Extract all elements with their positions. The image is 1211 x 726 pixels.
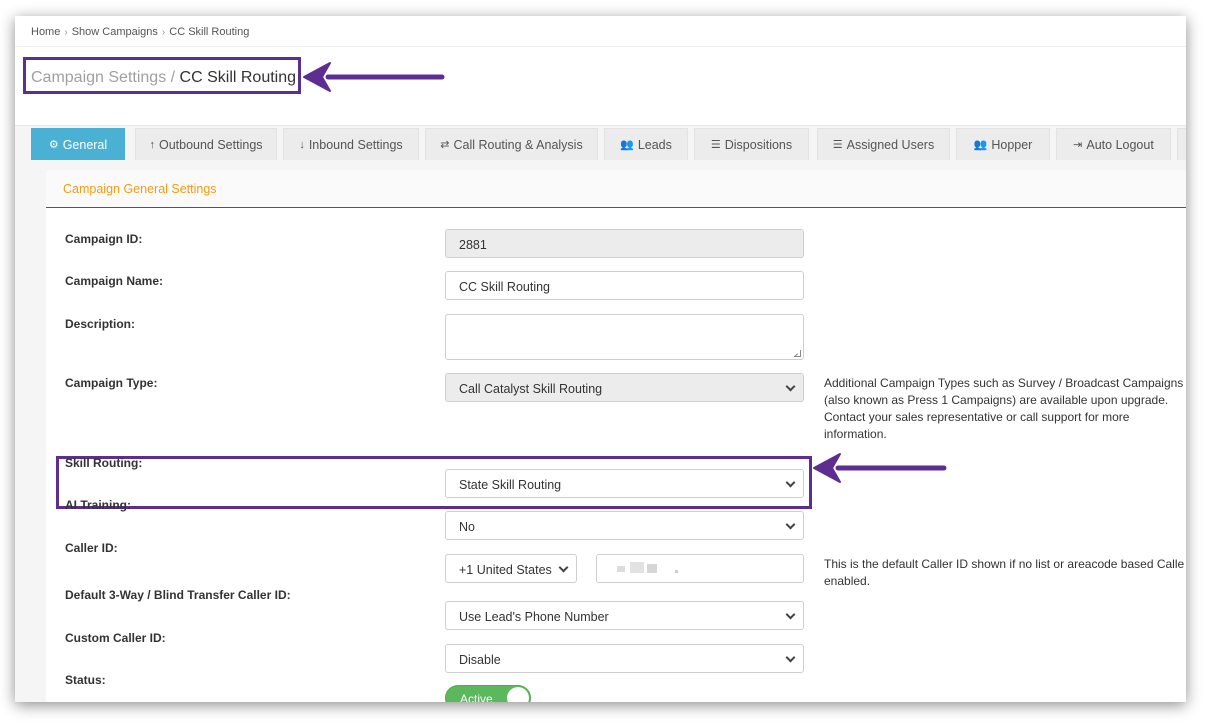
ai-training-label: AI Training: bbox=[65, 498, 131, 512]
arrow-down-icon: ↓ bbox=[299, 138, 305, 151]
list-icon: ☰ bbox=[710, 139, 721, 151]
tab-label: Hopper bbox=[991, 137, 1033, 152]
transfer-caller-id-label: Default 3-Way / Blind Transfer Caller ID… bbox=[65, 588, 291, 602]
tab-label: Assigned Users bbox=[846, 137, 935, 152]
page-header: Campaign Settings / CC Skill Routing bbox=[15, 47, 1186, 126]
breadcrumb-separator-icon: › bbox=[64, 27, 68, 38]
status-label: Status: bbox=[65, 673, 106, 687]
status-toggle[interactable]: Active bbox=[445, 685, 531, 702]
tab-call-routing-analysis[interactable]: ⇄ Call Routing & Analysis bbox=[425, 128, 598, 160]
tab-hopper[interactable]: 👥 Hopper bbox=[956, 128, 1050, 160]
redacted-mark bbox=[630, 562, 644, 573]
campaign-id-label: Campaign ID: bbox=[65, 232, 143, 246]
users-icon: 👥 bbox=[973, 139, 988, 151]
tab-general[interactable]: ⚙ General bbox=[31, 128, 125, 160]
tab-label: Outbound Settings bbox=[158, 137, 263, 152]
tab-label: Call Routing & Analysis bbox=[453, 137, 583, 152]
custom-caller-id-label: Custom Caller ID: bbox=[65, 631, 166, 645]
tab-label: Inbound Settings bbox=[308, 137, 403, 152]
users-icon: 👥 bbox=[620, 139, 634, 151]
campaign-name-label: Campaign Name: bbox=[65, 274, 164, 288]
panel-title: Campaign General Settings bbox=[63, 182, 217, 196]
panel-header: Campaign General Settings bbox=[46, 170, 1186, 208]
redacted-mark bbox=[675, 570, 678, 573]
breadcrumb-current: CC Skill Routing bbox=[169, 26, 250, 38]
tab-dispositions[interactable]: ☰ Dispositions bbox=[694, 128, 809, 160]
campaign-id-field: 2881 bbox=[445, 229, 804, 258]
campaign-name-input[interactable]: CC Skill Routing bbox=[445, 271, 804, 300]
breadcrumb: Home › Show Campaigns › CC Skill Routing bbox=[15, 16, 1186, 47]
tab-assigned-users[interactable]: ☰ Assigned Users bbox=[817, 128, 950, 160]
ai-training-select[interactable]: No bbox=[445, 511, 804, 540]
app-window: Home › Show Campaigns › CC Skill Routing Cam… bbox=[15, 16, 1186, 702]
breadcrumb-home[interactable]: Home bbox=[31, 26, 60, 38]
breadcrumb-campaigns[interactable]: Show Campaigns bbox=[72, 26, 158, 38]
description-label: Description: bbox=[65, 317, 136, 331]
caller-id-number-input[interactable] bbox=[596, 554, 804, 583]
custom-caller-id-select[interactable]: Disable bbox=[445, 644, 804, 673]
skill-routing-select[interactable]: State Skill Routing bbox=[445, 469, 804, 498]
caller-id-country-select[interactable]: +1 United States bbox=[445, 554, 577, 583]
annotation-arrow-icon bbox=[303, 62, 445, 92]
sign-out-icon: ⇥ bbox=[1073, 139, 1083, 151]
description-textarea[interactable] bbox=[445, 314, 804, 360]
status-toggle-label: Active bbox=[460, 692, 493, 702]
tab-label: General bbox=[62, 137, 108, 152]
campaign-type-help: Additional Campaign Types such as Survey… bbox=[824, 376, 1184, 441]
campaign-type-select[interactable]: Call Catalyst Skill Routing bbox=[445, 373, 804, 402]
arrow-up-icon: ↑ bbox=[149, 138, 155, 151]
caller-id-help: This is the default Caller ID shown if n… bbox=[824, 557, 1185, 588]
redacted-mark bbox=[617, 566, 625, 572]
redacted-mark bbox=[647, 564, 657, 573]
shuffle-icon: ⇄ bbox=[440, 139, 450, 151]
settings-tabs: ⚙ General ↑ Outbound Settings ↓ Inbound Set… bbox=[31, 128, 1186, 160]
tab-inbound-settings[interactable]: ↓ Inbound Settings bbox=[283, 128, 419, 160]
caller-id-label: Caller ID: bbox=[65, 541, 118, 555]
resize-handle-icon[interactable] bbox=[794, 350, 801, 357]
tab-leads[interactable]: 👥 Leads bbox=[604, 128, 688, 160]
skill-routing-label: Skill Routing: bbox=[65, 456, 143, 470]
gears-icon: ⚙ bbox=[48, 139, 59, 151]
tab-outbound-settings[interactable]: ↑ Outbound Settings bbox=[135, 128, 277, 160]
toggle-knob bbox=[507, 687, 529, 702]
tab-label: Dispositions bbox=[724, 137, 793, 152]
breadcrumb-separator-icon: › bbox=[161, 27, 166, 38]
tab-label: Auto Logout bbox=[1086, 137, 1154, 152]
campaign-type-label: Campaign Type: bbox=[65, 376, 158, 390]
ordered-list-icon: ☰ bbox=[832, 139, 843, 151]
tab-more[interactable] bbox=[1177, 128, 1186, 160]
tab-label: Leads bbox=[637, 137, 672, 152]
general-settings-panel: Campaign General Settings Campaign ID: 2… bbox=[46, 170, 1186, 702]
annotation-arrow-icon bbox=[813, 453, 947, 483]
annotation-highlight-box bbox=[23, 57, 301, 94]
transfer-caller-id-select[interactable]: Use Lead's Phone Number bbox=[445, 601, 804, 630]
tab-auto-logout[interactable]: ⇥ Auto Logout bbox=[1056, 128, 1171, 160]
